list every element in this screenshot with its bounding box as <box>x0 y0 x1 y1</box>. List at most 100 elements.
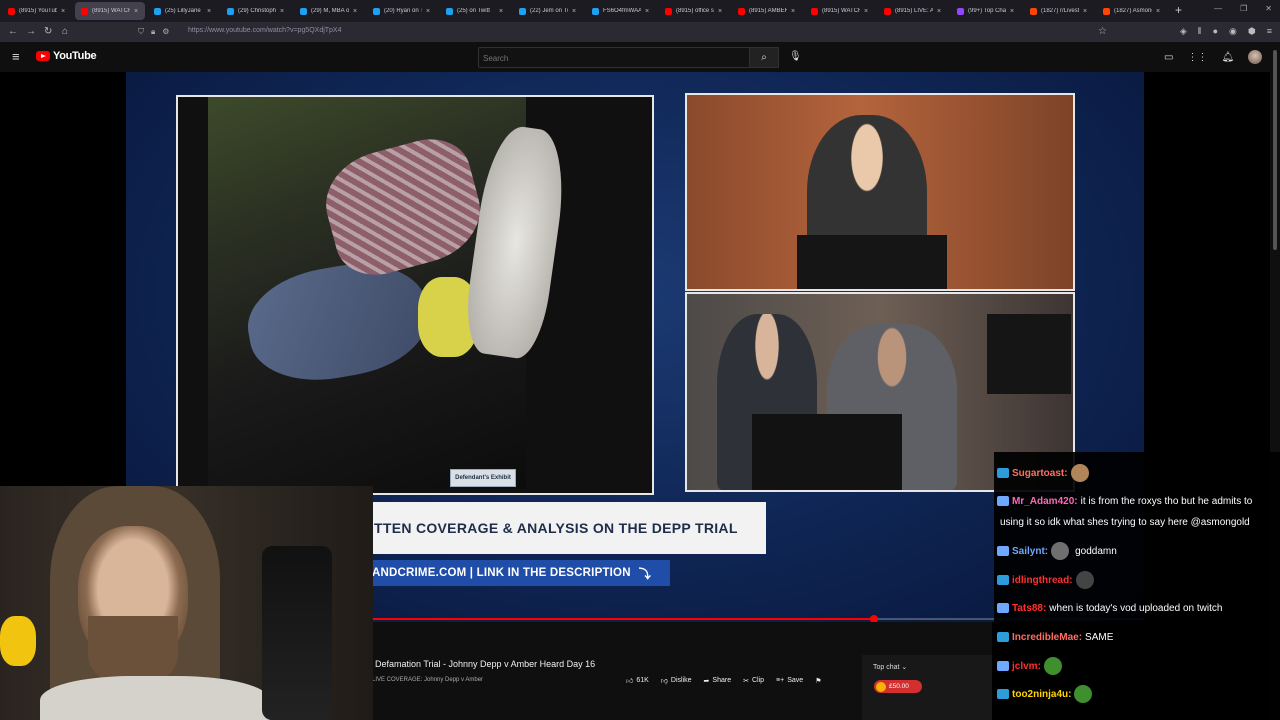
chat-badge-icon <box>997 575 1009 586</box>
chat-username[interactable]: IncredibleMae: <box>1012 632 1082 643</box>
tab-close-icon[interactable]: × <box>791 8 795 15</box>
home-icon[interactable]: ⌂ <box>62 26 68 37</box>
search-input[interactable] <box>479 49 737 68</box>
scrollbar-thumb[interactable] <box>1273 50 1277 250</box>
tab-close-icon[interactable]: × <box>572 8 576 15</box>
new-tab-button[interactable]: + <box>1175 3 1182 17</box>
tab-close-icon[interactable]: × <box>1156 8 1160 15</box>
browser-tab[interactable]: (1827) r/Livestr × <box>1024 2 1094 20</box>
tab-label: FS6O4fmWAAU <box>603 8 641 14</box>
browser-tab[interactable]: (1827) Asmong × <box>1097 2 1167 20</box>
tab-close-icon[interactable]: × <box>718 8 722 15</box>
create-video-icon[interactable]: ▭ <box>1164 52 1173 63</box>
chat-username[interactable]: jclvm: <box>1012 661 1041 672</box>
browser-tab[interactable]: FS6O4fmWAAU × <box>586 2 656 20</box>
address-bar[interactable]: https://www.youtube.com/watch?v=pg5QXdjT… <box>188 27 342 34</box>
browser-tab[interactable]: (8915) WATCH L × <box>805 2 875 20</box>
tab-favicon-icon <box>1030 7 1037 15</box>
minimize-icon[interactable]: — <box>1214 4 1222 13</box>
hamburger-menu-icon[interactable]: ≡ <box>12 49 20 64</box>
tab-favicon-icon <box>592 7 599 15</box>
window-controls: — ❐ ✕ <box>1214 4 1272 13</box>
permissions-icon[interactable]: ⚙ <box>162 27 169 37</box>
browser-tab[interactable]: (8915) YouTube × <box>2 2 72 20</box>
browser-tab[interactable]: (29) M, MBA on × <box>294 2 364 20</box>
back-icon[interactable]: ← <box>8 26 18 37</box>
chat-username[interactable]: Sugartoast: <box>1012 468 1068 479</box>
channel-line[interactable]: LIVE COVERAGE: Johnny Depp v Amber <box>372 677 483 683</box>
dislike-button[interactable]: 👎︎ Dislike <box>661 676 692 685</box>
tab-close-icon[interactable]: × <box>864 8 868 15</box>
tab-close-icon[interactable]: × <box>207 8 211 15</box>
close-icon[interactable]: ✕ <box>1265 4 1272 13</box>
extension-icon[interactable]: ⬢ <box>1248 26 1256 37</box>
browser-tab[interactable]: (29) Christophe × <box>221 2 291 20</box>
save-button[interactable]: ≡+ Save <box>776 677 803 684</box>
extension-icon[interactable]: ● <box>1213 26 1218 37</box>
tab-close-icon[interactable]: × <box>134 8 138 15</box>
pocket-icon[interactable]: ◈ <box>1180 26 1187 37</box>
tab-close-icon[interactable]: × <box>645 8 649 15</box>
header-actions: ▭ ⋮⋮ 🔔︎ <box>1164 50 1263 64</box>
bookmark-star-icon[interactable]: ☆ <box>1098 26 1107 37</box>
library-icon[interactable]: ⫴ <box>1198 26 1202 37</box>
like-button[interactable]: 👍︎ 61K <box>626 676 649 685</box>
browser-tab[interactable]: (20) Ryan on Twi × <box>367 2 437 20</box>
browser-tab[interactable]: (25) LillyJane × <box>148 2 218 20</box>
browser-tab[interactable]: (8915) LIVE: Am × <box>878 2 948 20</box>
browser-tab[interactable]: (8915) AMBER H × <box>732 2 802 20</box>
tab-close-icon[interactable]: × <box>353 8 357 15</box>
share-button[interactable]: ➦ Share <box>704 677 732 685</box>
avatar[interactable] <box>1248 50 1263 64</box>
microphone-icon[interactable]: 🎙︎ <box>789 51 802 62</box>
tab-close-icon[interactable]: × <box>937 8 941 15</box>
chat-badge-icon <box>997 689 1009 700</box>
restore-icon[interactable]: ❐ <box>1240 4 1247 13</box>
courtroom-camera-witness <box>685 93 1075 291</box>
account-icon[interactable]: ◉ <box>1229 26 1237 37</box>
top-chat-selector[interactable]: Top chat ⌄ <box>873 663 907 671</box>
chat-message: IncredibleMae: SAME <box>997 627 1113 648</box>
browser-tab[interactable]: (25) on Twitt × <box>440 2 510 20</box>
apps-grid-icon[interactable]: ⋮⋮ <box>1187 52 1207 63</box>
evidence-photo <box>208 97 572 489</box>
clip-button[interactable]: ✂ Clip <box>743 677 764 685</box>
arrow-down-icon: ⤵ <box>638 566 651 581</box>
tab-favicon-icon <box>811 7 818 15</box>
video-title: Defamation Trial - Johnny Depp v Amber H… <box>375 659 596 669</box>
top-chat-panel: Top chat ⌄ £50.00 <box>862 655 992 720</box>
tab-close-icon[interactable]: × <box>1010 8 1014 15</box>
super-chat-donation[interactable]: £50.00 <box>874 680 922 693</box>
tab-label: (29) M, MBA on <box>311 8 349 14</box>
tab-close-icon[interactable]: × <box>1083 8 1087 15</box>
chat-username[interactable]: Sailynt: <box>1012 546 1048 557</box>
chat-username[interactable]: Tats88: <box>1012 603 1046 614</box>
tab-favicon-icon <box>884 7 891 15</box>
browser-tab[interactable]: (22) Jem on Twit × <box>513 2 583 20</box>
chat-emote <box>1070 464 1089 483</box>
youtube-logo[interactable]: YouTube <box>36 50 97 62</box>
chat-username[interactable]: too2ninja4u: <box>1012 689 1071 700</box>
tab-label: (1827) Asmong <box>1114 8 1152 14</box>
browser-tab[interactable]: (8915) office sp × <box>659 2 729 20</box>
video-actions: 👍︎ 61K 👎︎ Dislike ➦ Share ✂ Clip ≡+ Save ⚑ <box>626 676 821 685</box>
tab-close-icon[interactable]: × <box>61 8 65 15</box>
reload-icon[interactable]: ↻ <box>44 26 52 37</box>
tab-favicon-icon <box>738 7 745 15</box>
tab-label: (8915) WATCH L <box>92 8 130 14</box>
shield-icon[interactable]: ⛉ <box>138 27 144 37</box>
browser-tab[interactable]: (99+) Top Chan × <box>951 2 1021 20</box>
forward-icon[interactable]: → <box>26 26 36 37</box>
report-button[interactable]: ⚑ <box>815 677 821 685</box>
search-button[interactable]: ⌕ <box>749 47 779 68</box>
browser-tab[interactable]: (8915) WATCH L × <box>75 2 145 20</box>
app-menu-icon[interactable]: ≡ <box>1267 26 1272 37</box>
tab-close-icon[interactable]: × <box>499 8 503 15</box>
chat-username[interactable]: idlingthread: <box>1012 575 1073 586</box>
tab-close-icon[interactable]: × <box>280 8 284 15</box>
notifications-bell-icon[interactable]: 🔔︎ <box>1221 52 1234 63</box>
chat-username[interactable]: Mr_Adam420: <box>1012 496 1078 507</box>
chat-message: using it so idk what shes trying to say … <box>997 512 1250 533</box>
tab-close-icon[interactable]: × <box>426 8 430 15</box>
lock-icon[interactable]: 🔒︎ <box>151 27 155 37</box>
